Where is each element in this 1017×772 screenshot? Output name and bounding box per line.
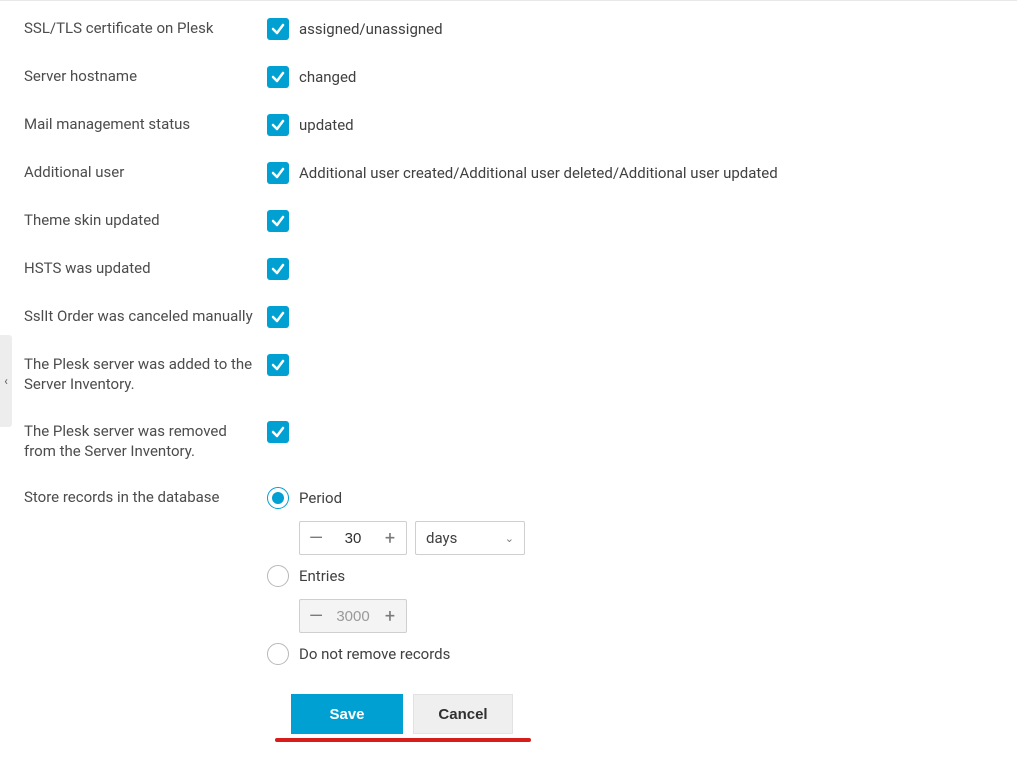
sidebar-collapse-handle[interactable]: ‹ — [0, 335, 12, 427]
settings-form: SSL/TLS certificate on Plesk assigned/un… — [0, 1, 1017, 734]
radio-noremove-label: Do not remove records — [299, 645, 450, 663]
check-icon — [271, 118, 285, 132]
entries-input — [332, 607, 374, 626]
setting-row: Mail management status updated — [24, 101, 1017, 149]
check-icon — [271, 310, 285, 324]
setting-row: The Plesk server was added to the Server… — [24, 341, 1017, 408]
setting-row: HSTS was updated — [24, 245, 1017, 293]
setting-label: The Plesk server was added to the Server… — [24, 354, 267, 395]
store-records-label: Store records in the database — [24, 487, 267, 507]
annotation-underline — [275, 738, 531, 742]
checkbox-server-added[interactable] — [267, 354, 289, 376]
setting-row: SSL/TLS certificate on Plesk assigned/un… — [24, 5, 1017, 53]
period-unit-value: days — [426, 529, 457, 547]
checkbox-hostname[interactable] — [267, 66, 289, 88]
store-records-row: Store records in the database Period — +… — [24, 474, 1017, 684]
checkbox-ssl-tls[interactable] — [267, 18, 289, 40]
cancel-button[interactable]: Cancel — [413, 694, 513, 734]
save-button[interactable]: Save — [291, 694, 403, 734]
period-decrement[interactable]: — — [300, 522, 332, 554]
entries-increment: + — [374, 600, 406, 632]
checkbox-theme-skin[interactable] — [267, 210, 289, 232]
checkbox-server-removed[interactable] — [267, 421, 289, 443]
radio-period-label: Period — [299, 489, 342, 507]
chevron-left-icon: ‹ — [4, 374, 8, 388]
setting-label: Theme skin updated — [24, 210, 267, 230]
entries-stepper: — + — [299, 599, 407, 633]
check-icon — [271, 425, 285, 439]
setting-desc: changed — [299, 66, 356, 88]
setting-desc: Additional user created/Additional user … — [299, 162, 778, 184]
setting-label: Additional user — [24, 162, 267, 182]
setting-row: SslIt Order was canceled manually — [24, 293, 1017, 341]
setting-label: HSTS was updated — [24, 258, 267, 278]
check-icon — [271, 262, 285, 276]
checkbox-hsts[interactable] — [267, 258, 289, 280]
setting-row: Server hostname changed — [24, 53, 1017, 101]
chevron-down-icon: ⌄ — [505, 532, 514, 545]
checkbox-mail-status[interactable] — [267, 114, 289, 136]
setting-desc: updated — [299, 114, 354, 136]
check-icon — [271, 358, 285, 372]
check-icon — [271, 214, 285, 228]
form-buttons: Save Cancel — [24, 684, 1017, 734]
period-unit-select[interactable]: days ⌄ — [415, 521, 525, 555]
radio-entries[interactable] — [267, 565, 289, 587]
period-increment[interactable]: + — [374, 522, 406, 554]
period-stepper: — + — [299, 521, 407, 555]
setting-row: Additional user Additional user created/… — [24, 149, 1017, 197]
check-icon — [271, 22, 285, 36]
setting-label: The Plesk server was removed from the Se… — [24, 421, 267, 462]
radio-noremove[interactable] — [267, 643, 289, 665]
setting-desc: assigned/unassigned — [299, 18, 443, 40]
setting-label: Mail management status — [24, 114, 267, 134]
setting-row: The Plesk server was removed from the Se… — [24, 408, 1017, 475]
period-input[interactable] — [332, 529, 374, 548]
radio-entries-label: Entries — [299, 567, 345, 585]
checkbox-additional-user[interactable] — [267, 162, 289, 184]
setting-row: Theme skin updated — [24, 197, 1017, 245]
check-icon — [271, 166, 285, 180]
entries-decrement: — — [300, 600, 332, 632]
checkbox-sslit-order[interactable] — [267, 306, 289, 328]
setting-label: SslIt Order was canceled manually — [24, 306, 267, 326]
setting-label: SSL/TLS certificate on Plesk — [24, 18, 267, 38]
setting-label: Server hostname — [24, 66, 267, 86]
check-icon — [271, 70, 285, 84]
radio-period[interactable] — [267, 487, 289, 509]
